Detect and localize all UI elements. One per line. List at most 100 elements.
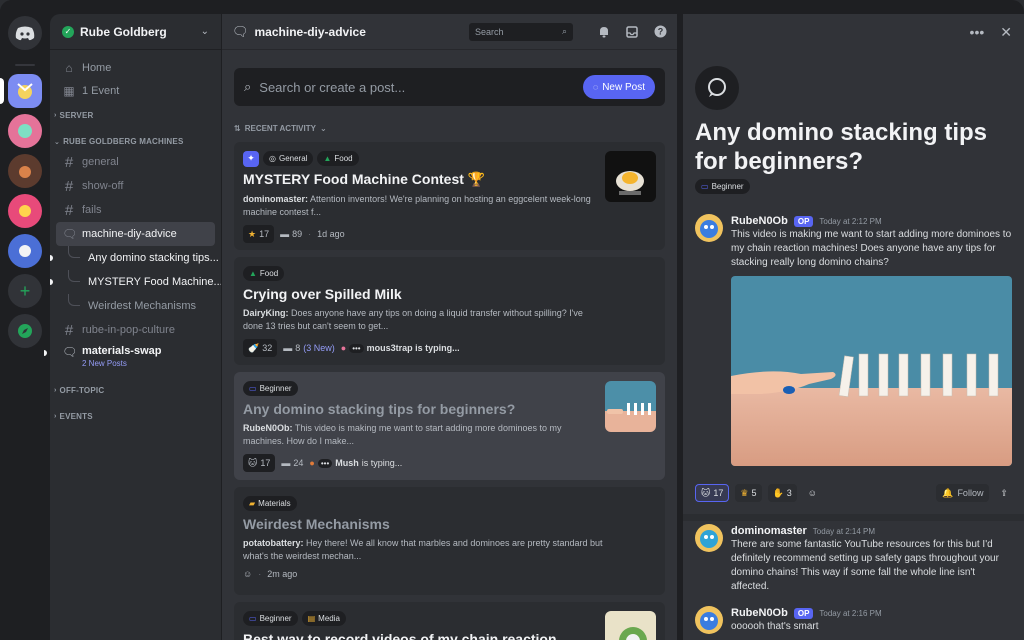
thread-weirdest-mechanisms[interactable]: Weirdest Mechanisms [82, 294, 221, 318]
forum-channel: 🗨 machine-diy-advice Search ⌕ ? ⌕ Search … [222, 14, 677, 640]
reaction-bar: 🐱 17 ♛ 5 ✋ 3 ☺ 🔔 Follow ⇪ [695, 484, 1013, 502]
hash-icon: # [64, 177, 74, 195]
server-icon-4[interactable] [8, 194, 42, 228]
thread-domino-tips[interactable]: Any domino stacking tips... [82, 246, 221, 270]
category-events[interactable]: › EVENTS [50, 412, 221, 421]
more-options-icon[interactable]: ••• [970, 24, 985, 41]
post-preview: dominomaster: Attention inventors! We're… [243, 194, 591, 217]
post-thumbnail [605, 151, 656, 202]
channel-machine-diy-advice[interactable]: 🗨 machine-diy-advice [56, 222, 215, 246]
header-search-input[interactable]: Search ⌕ [469, 22, 573, 41]
share-icon[interactable]: ⇪ [995, 484, 1013, 502]
divider [683, 514, 1024, 521]
beginner-icon: ▭ [249, 614, 257, 623]
server-icon-rube-goldberg[interactable] [8, 74, 42, 108]
search-icon: ⌕ [561, 26, 567, 36]
message: RubeN0Ob OP Today at 2:16 PM oooooh that's… [695, 606, 1013, 640]
channel-fails[interactable]: # fails [56, 198, 215, 222]
nav-events[interactable]: ▦ 1 Event [50, 79, 221, 102]
post-time: 1d ago [317, 229, 345, 239]
post-card-selected[interactable]: ▭ Beginner Any domino stacking tips for b… [234, 372, 665, 480]
message-icon: ▬ [281, 458, 291, 468]
chevron-down-icon: ⌄ [54, 138, 61, 146]
leaf-icon: ▲ [323, 154, 332, 163]
typing-indicator: ● ••• mous3trap is typing... [340, 343, 460, 353]
media-icon: ▤ [307, 614, 316, 623]
channel-sidebar: ✓ Rube Goldberg ⌄ ⌂ Home ▦ 1 Event › SERV… [44, 14, 221, 640]
post-card[interactable]: ▭ Beginner ▤ Media Best way to record vide… [234, 602, 665, 640]
reaction-star[interactable]: ★ 17 [243, 225, 275, 243]
message-count: ▬ 89 [280, 229, 303, 239]
message-count: ▬ 24 [281, 458, 304, 468]
reaction-cat[interactable]: 🐱 17 [695, 484, 730, 502]
category-off-topic[interactable]: › OFF-TOPIC [50, 386, 221, 395]
chat-bubble-icon: ◌ [592, 82, 599, 92]
tag-beginner: ▭ Beginner [243, 381, 298, 396]
channel-general[interactable]: # general [56, 150, 215, 174]
hash-icon: # [64, 201, 74, 219]
message-author: dominomaster [731, 525, 807, 537]
calendar-icon: ▦ [63, 83, 75, 98]
follow-button[interactable]: 🔔 Follow [936, 484, 990, 502]
reaction-hand[interactable]: ✋ 3 [767, 484, 797, 502]
leaf-icon: ▲ [249, 269, 257, 278]
sort-dropdown[interactable]: ⇅ RECENT ACTIVITY ⌄ [234, 124, 327, 133]
reaction-cat[interactable]: 🐱 17 [243, 454, 276, 472]
message-count: ▬ 8 (3 New) [283, 343, 335, 353]
bell-icon[interactable] [597, 25, 611, 39]
tag-general: ◎ General [263, 151, 314, 166]
post-search-input[interactable]: ⌕ Search or create a post... ◌ New Post [234, 68, 665, 106]
pinned-icon: ✦ [243, 150, 259, 167]
server-icon-2[interactable] [8, 114, 42, 148]
message-author: RubeN0Ob [731, 215, 788, 227]
add-reaction-icon[interactable]: ☺ [803, 484, 822, 502]
channel-show-off[interactable]: # show-off [56, 174, 215, 198]
message-icon: ▬ [280, 229, 290, 239]
category-rube-goldberg-machines[interactable]: ⌄ RUBE GOLDBERG MACHINES [50, 137, 221, 146]
discord-home-button[interactable] [8, 16, 42, 50]
server-icon-5[interactable] [8, 234, 42, 268]
new-post-button[interactable]: ◌ New Post [582, 75, 655, 99]
rail-separator [15, 64, 35, 66]
post-title: Weirdest Mechanisms [243, 516, 390, 532]
server-rail: + [0, 0, 50, 640]
message-time: Today at 2:14 PM [812, 526, 876, 536]
post-card[interactable]: ✦ ◎ General ▲ Food MYSTERY Food Machine Co… [234, 142, 665, 250]
channel-materials-swap[interactable]: 🗨 materials-swap 2 New Posts [44, 342, 221, 374]
message-image[interactable] [731, 276, 1012, 466]
inbox-icon[interactable] [625, 25, 639, 39]
channel-rube-in-pop-culture[interactable]: # rube-in-pop-culture [56, 318, 215, 342]
help-icon[interactable]: ? [653, 25, 667, 39]
post-thumbnail [605, 381, 656, 432]
tag-materials: ▰ Materials [243, 496, 297, 511]
cat-icon: 🐱 [701, 487, 711, 498]
reaction-crown[interactable]: ♛ 5 [735, 484, 762, 502]
avatar [695, 606, 723, 634]
materials-icon: ▰ [249, 499, 256, 508]
post-card[interactable]: ▰ Materials Weirdest Mechanisms potatobat… [234, 487, 665, 595]
server-icon-3[interactable] [8, 154, 42, 188]
message-text: There are some fantastic YouTube resourc… [731, 539, 999, 592]
tag-beginner: ▭ Beginner [695, 179, 750, 194]
verified-check-icon: ✓ [62, 25, 74, 38]
post-title: Best way to record videos of my chain re… [243, 631, 557, 640]
nav-home[interactable]: ⌂ Home [50, 56, 221, 79]
message: RubeN0Ob OP Today at 2:12 PM This video is… [695, 214, 1013, 274]
category-server[interactable]: › SERVER [50, 111, 221, 120]
close-icon[interactable]: ✕ [1000, 24, 1012, 41]
explore-servers-button[interactable] [8, 314, 42, 348]
avatar: ● [309, 458, 315, 468]
add-reaction-icon[interactable]: ☺ [243, 569, 252, 579]
add-server-button[interactable]: + [8, 274, 42, 308]
beginner-icon: ▭ [701, 182, 709, 191]
avatar: ● [340, 343, 347, 353]
chevron-down-icon: ⌄ [319, 124, 327, 133]
server-name: Rube Goldberg [80, 24, 167, 39]
reaction-bottle[interactable]: 🍼 32 [243, 339, 278, 357]
thread-mystery-food[interactable]: MYSTERY Food Machine... [82, 270, 221, 294]
post-card[interactable]: ▲ Food Crying over Spilled Milk DairyKing… [234, 257, 665, 365]
home-icon: ⌂ [65, 60, 73, 75]
server-header[interactable]: ✓ Rube Goldberg ⌄ [50, 14, 221, 50]
thread-panel: ••• ✕ Any domino stacking tips for begin… [683, 14, 1024, 640]
tag-beginner: ▭ Beginner [243, 611, 298, 626]
